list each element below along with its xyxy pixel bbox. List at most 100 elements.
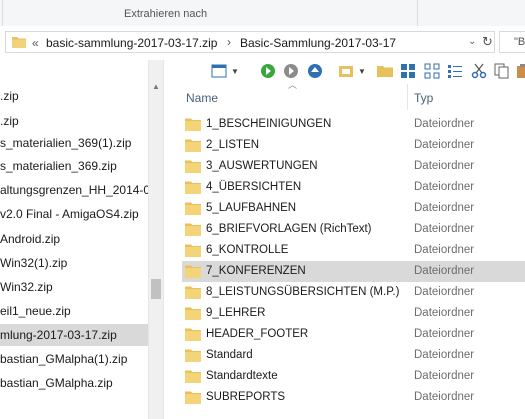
row-type: Dateiordner [414, 118, 475, 130]
folder-icon [185, 328, 201, 341]
address-row: « basic-sammlung-2017-03-17.zip › Basic-… [0, 26, 525, 60]
table-row[interactable]: SUBREPORTS Dateiordner [182, 387, 525, 408]
row-type: Dateiordner [414, 160, 475, 172]
nav-scrollbar[interactable]: ▲ [148, 60, 163, 419]
table-row[interactable]: HEADER_FOOTER Dateiordner [182, 324, 525, 345]
folder-icon [185, 349, 201, 362]
row-name: 5_LAUFBAHNEN [206, 202, 297, 214]
table-row[interactable]: 1_BESCHEINIGUNGEN Dateiordner [182, 114, 525, 135]
nav-item-label: v2.0 Final - AmigaOS4.zip [0, 207, 139, 221]
row-name: 4_ÜBERSICHTEN [206, 181, 302, 193]
table-row[interactable]: Standardtexte Dateiordner [182, 366, 525, 387]
column-divider[interactable] [407, 84, 408, 110]
nav-item[interactable]: s_materialien_369.zip [0, 155, 148, 177]
table-row[interactable]: 6_BRIEFVORLAGEN (RichText) Dateiordner [182, 219, 525, 240]
row-name: 6_BRIEFVORLAGEN (RichText) [206, 223, 372, 235]
navigation-pane: .zip .zip s_materialien_369(1).zip s_mat… [0, 60, 163, 419]
folder-icon [185, 286, 201, 299]
nav-item[interactable]: altungsgrenzen_HH_2014-09 [0, 179, 148, 201]
details-view-icon[interactable] [447, 63, 463, 79]
nav-item[interactable]: Android.zip [0, 228, 148, 250]
file-list: ︿ Name Typ 1_BESCHEINIGUNGEN Dateiordner… [164, 80, 525, 419]
row-type: Dateiordner [414, 349, 475, 361]
paste-icon[interactable] [516, 63, 525, 79]
chevron-down-icon[interactable]: ⌄ [468, 36, 476, 47]
folder-icon [185, 118, 201, 131]
ribbon-divider [417, 0, 418, 26]
row-name: 7_KONFERENZEN [206, 265, 306, 277]
folder-icon [185, 244, 201, 257]
breadcrumb-folder[interactable]: Basic-Sammlung-2017-03-17 [240, 36, 396, 50]
search-text: "B [514, 36, 525, 48]
scrollbar-thumb[interactable] [151, 279, 161, 299]
nav-item-selected[interactable]: mlung-2017-03-17.zip [0, 324, 148, 346]
folder-icon [185, 202, 201, 215]
table-row[interactable]: 4_ÜBERSICHTEN Dateiordner [182, 177, 525, 198]
row-name: 6_KONTROLLE [206, 244, 289, 256]
list-header: ︿ Name Typ [164, 80, 525, 110]
row-name: 9_LEHRER [206, 307, 266, 319]
table-row[interactable]: Standard Dateiordner [182, 345, 525, 366]
nav-item-label: bastian_GMalpha.zip [0, 376, 113, 390]
nav-item-label: altungsgrenzen_HH_2014-09 [0, 183, 148, 197]
nav-item[interactable]: bastian_GMalpha.zip [0, 372, 148, 394]
nav-item-label: mlung-2017-03-17.zip [0, 328, 117, 342]
view-icon[interactable] [211, 63, 227, 79]
chevron-down-icon[interactable]: ▼ [358, 67, 366, 76]
nav-item[interactable]: .zip [0, 110, 148, 132]
row-type: Dateiordner [414, 307, 475, 319]
nav-item[interactable]: bastian_GMalpha(1).zip [0, 348, 148, 370]
chevron-down-icon[interactable]: ▼ [231, 67, 239, 76]
folder-icon [185, 223, 201, 236]
nav-item[interactable]: Win32(1).zip [0, 252, 148, 274]
nav-item[interactable]: eil1_neue.zip [0, 300, 148, 322]
copy-icon[interactable] [494, 63, 510, 79]
folder-options-icon[interactable] [338, 63, 354, 79]
nav-item-label: .zip [0, 89, 19, 103]
nav-item-label: s_materialien_369(1).zip [0, 136, 132, 150]
stop-icon[interactable] [283, 63, 299, 79]
folder-icon[interactable] [377, 63, 393, 79]
row-type: Dateiordner [414, 265, 475, 277]
folder-icon [185, 307, 201, 320]
folder-icon [12, 37, 26, 48]
breadcrumb-separator[interactable]: › [227, 35, 231, 49]
nav-item[interactable]: Win32.zip [0, 276, 148, 298]
row-name: 8_LEISTUNGSÜBERSICHTEN (M.P.) [206, 286, 400, 298]
table-row[interactable]: 2_LISTEN Dateiordner [182, 135, 525, 156]
list-view-icon[interactable] [424, 63, 440, 79]
row-type: Dateiordner [414, 244, 475, 256]
row-type: Dateiordner [414, 328, 475, 340]
refresh-icon[interactable]: ↻ [482, 34, 493, 50]
folder-icon [185, 391, 201, 404]
search-input[interactable]: "B [499, 31, 525, 53]
address-bar[interactable]: « basic-sammlung-2017-03-17.zip › Basic-… [5, 31, 495, 53]
nav-item-label: bastian_GMalpha(1).zip [0, 352, 128, 366]
extract-to-label[interactable]: Extrahieren nach [124, 8, 207, 20]
breadcrumb-overflow[interactable]: « [32, 36, 39, 50]
table-row[interactable]: 8_LEISTUNGSÜBERSICHTEN (M.P.) Dateiordne… [182, 282, 525, 303]
row-name: Standard [206, 349, 253, 361]
column-header-type[interactable]: Typ [414, 91, 433, 105]
go-icon[interactable] [260, 63, 276, 79]
ribbon: Extrahieren nach [0, 0, 525, 27]
nav-item[interactable]: v2.0 Final - AmigaOS4.zip [0, 203, 148, 225]
table-row[interactable]: 5_LAUFBAHNEN Dateiordner [182, 198, 525, 219]
nav-item[interactable]: .zip [0, 85, 148, 107]
table-row-hover[interactable]: 7_KONFERENZEN Dateiordner [182, 261, 525, 282]
cut-icon[interactable] [471, 63, 487, 79]
breadcrumb-zip[interactable]: basic-sammlung-2017-03-17.zip [46, 36, 217, 50]
folder-icon [185, 139, 201, 152]
up-icon[interactable] [307, 63, 323, 79]
row-name: 1_BESCHEINIGUNGEN [206, 118, 332, 130]
row-type: Dateiordner [414, 181, 475, 193]
nav-item[interactable]: s_materialien_369(1).zip [0, 132, 148, 154]
scroll-up-icon[interactable]: ▲ [152, 82, 160, 91]
table-row[interactable]: 9_LEHRER Dateiordner [182, 303, 525, 324]
toolbar: ▼ ▼ [164, 60, 525, 84]
grid-view-icon[interactable] [400, 63, 416, 79]
column-header-name[interactable]: Name [186, 91, 218, 105]
table-row[interactable]: 3_AUSWERTUNGEN Dateiordner [182, 156, 525, 177]
table-row[interactable]: 6_KONTROLLE Dateiordner [182, 240, 525, 261]
folder-icon [185, 265, 201, 278]
